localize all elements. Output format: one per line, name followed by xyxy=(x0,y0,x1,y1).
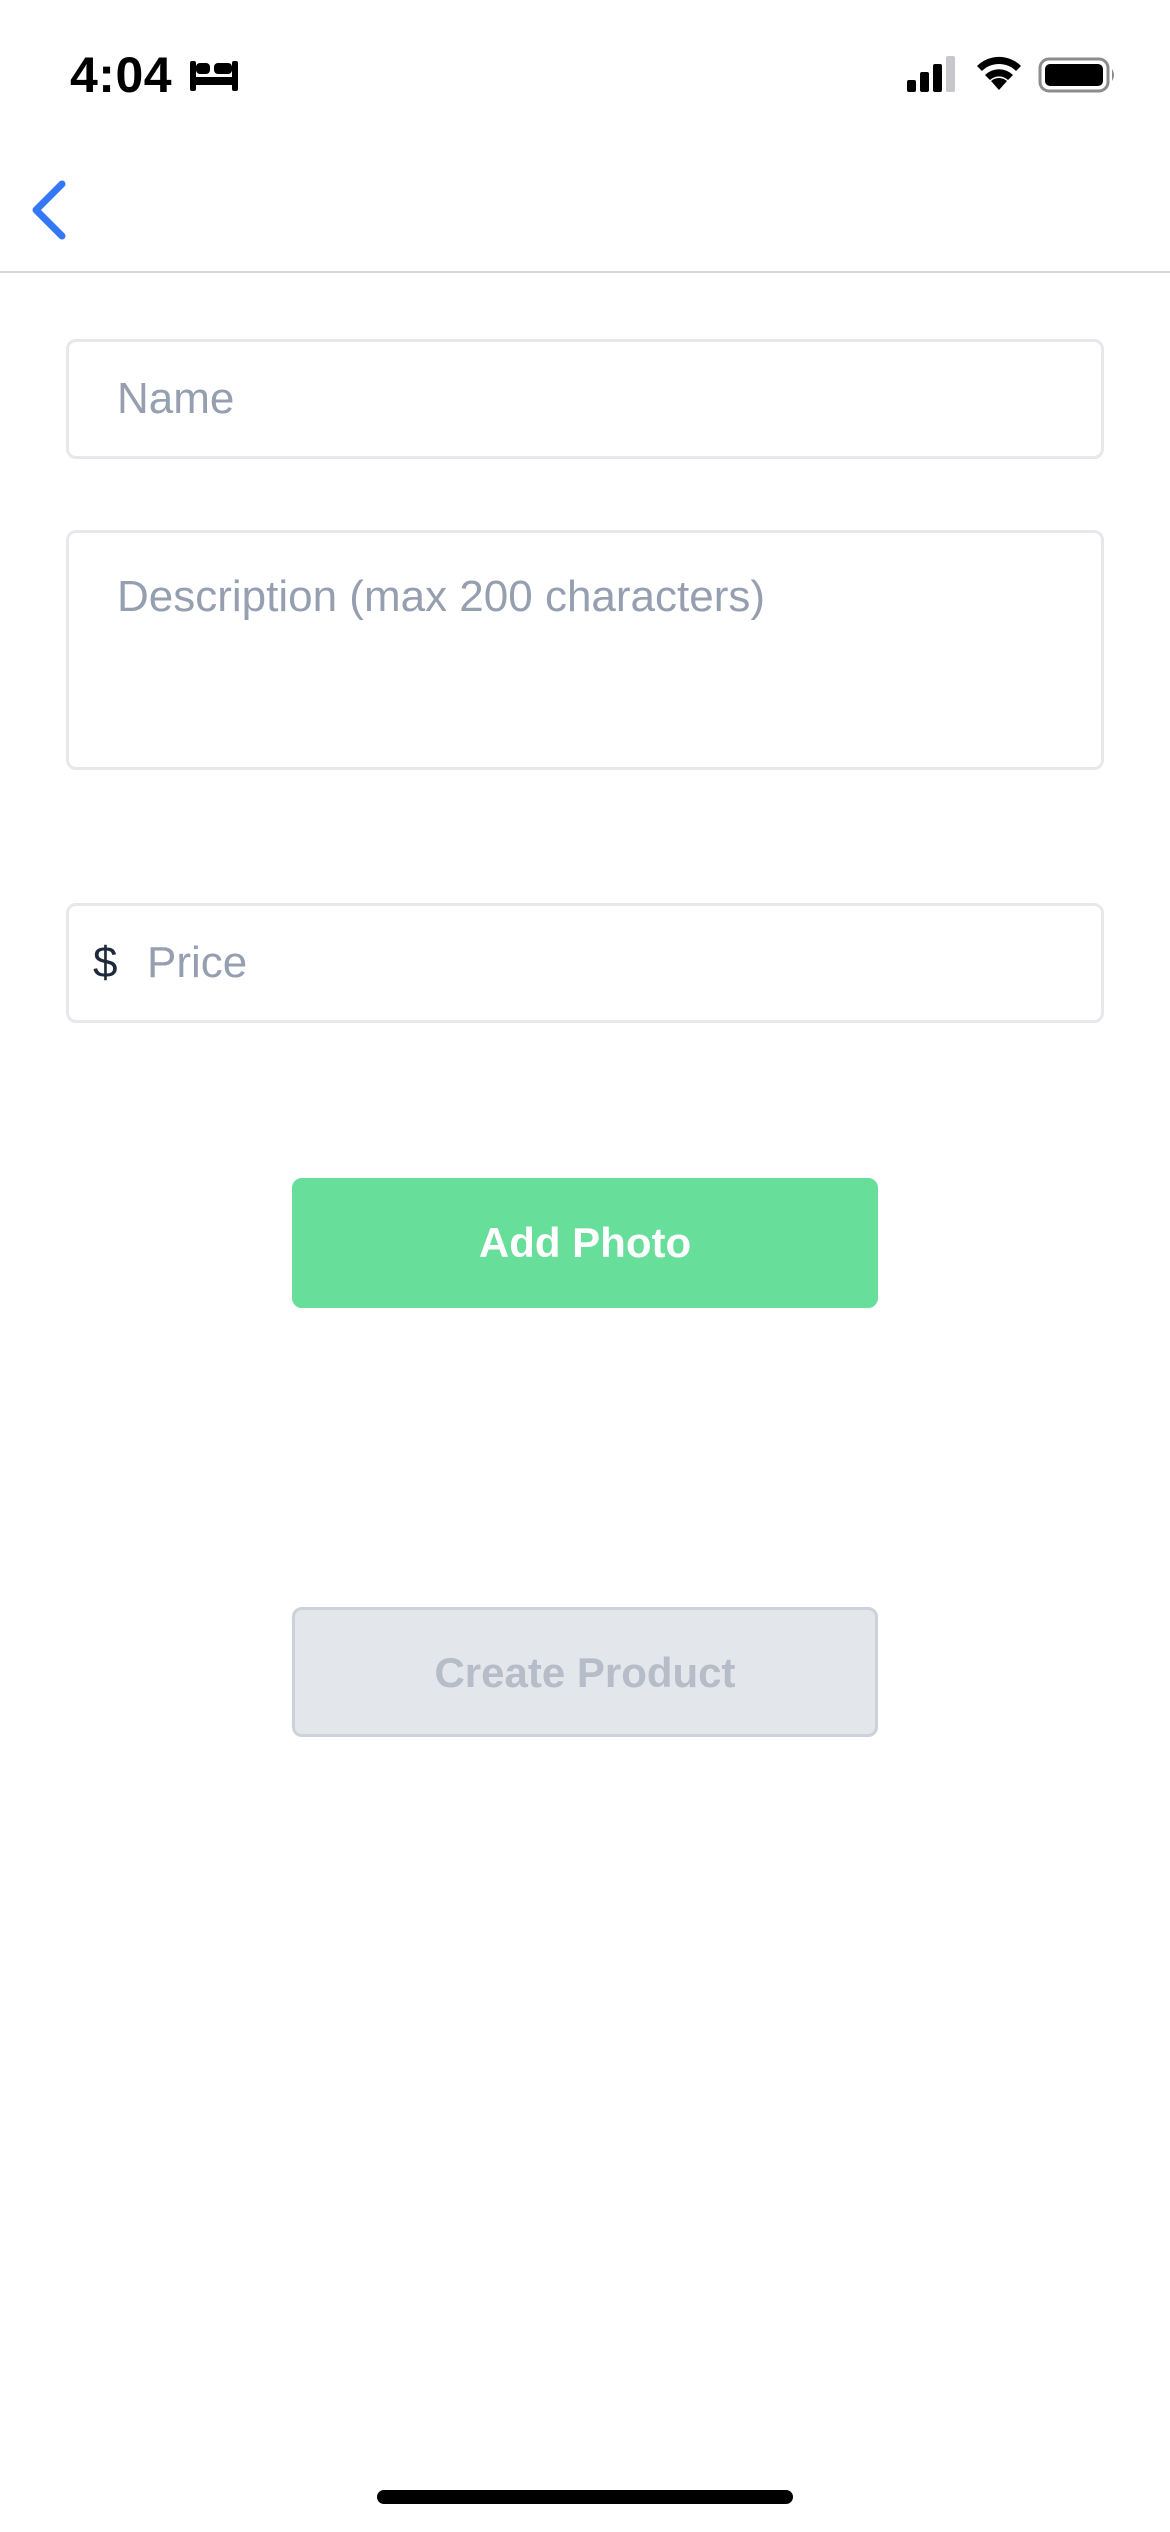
add-photo-button[interactable]: Add Photo xyxy=(292,1178,878,1308)
price-input[interactable] xyxy=(147,906,1047,1020)
status-time: 4:04 xyxy=(70,47,173,103)
name-input[interactable] xyxy=(117,342,1057,456)
status-bar: 4:04 xyxy=(0,0,1170,150)
sleep-focus-icon xyxy=(190,61,238,91)
home-indicator xyxy=(377,2490,793,2504)
add-photo-label: Add Photo xyxy=(478,1219,692,1266)
wifi-icon xyxy=(977,56,1021,90)
chevron-left-icon xyxy=(32,180,66,240)
price-field: $ xyxy=(66,903,1104,1023)
description-field xyxy=(66,530,1104,770)
description-input[interactable] xyxy=(117,569,1057,749)
cellular-signal-icon xyxy=(907,56,955,92)
create-product-button[interactable]: Create Product xyxy=(292,1607,878,1737)
battery-icon xyxy=(1038,57,1114,93)
name-field xyxy=(66,339,1104,459)
create-product-label: Create Product xyxy=(434,1649,736,1696)
navigation-bar xyxy=(0,150,1170,273)
back-button[interactable] xyxy=(18,170,88,250)
currency-symbol: $ xyxy=(93,938,118,987)
